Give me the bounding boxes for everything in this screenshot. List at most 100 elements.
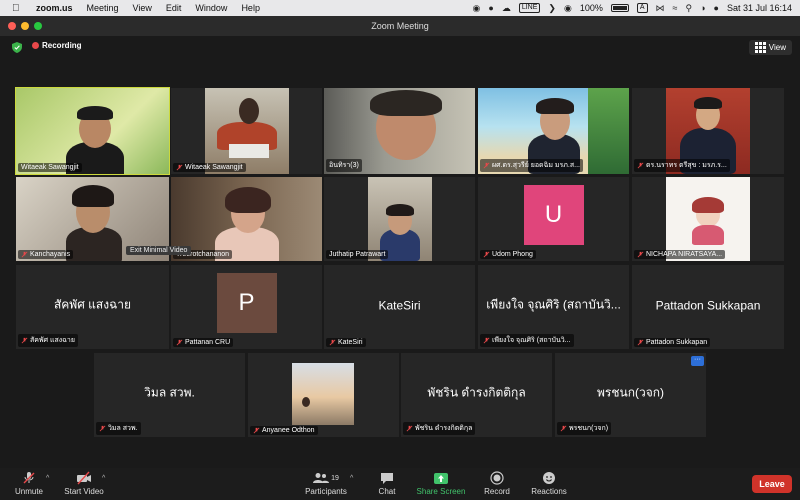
participant-name-tag: Anyanee Odthon (250, 426, 318, 435)
muted-mic-icon (483, 251, 490, 258)
video-tile[interactable]: Witaeak Sawangjit (171, 88, 322, 174)
participant-name-tag: Pattanan CRU (173, 338, 234, 347)
participant-name: NICHAPA NIRATSAYA... (646, 251, 723, 258)
video-tile[interactable]: P Pattanan CRU (171, 265, 322, 349)
participant-name: วิมล สวพ. (108, 425, 138, 432)
muted-mic-icon (253, 427, 260, 434)
exit-minimal-video-tooltip[interactable]: Exit Minimal Video (126, 246, 192, 255)
video-options-caret-icon[interactable]: ^ (102, 475, 105, 482)
siri-icon[interactable]: ● (714, 3, 719, 13)
zoom-tray-icon[interactable]: ● (488, 3, 493, 13)
recording-indicator[interactable]: Recording (32, 41, 82, 50)
video-tile[interactable]: ผศ.ดร.สุวรีย์ ยอดฉิม มรภ.ส... (478, 88, 629, 174)
participant-avatar: U (523, 185, 584, 245)
input-source-icon[interactable]: A (636, 3, 648, 13)
cloud-tray-icon[interactable]: ☁ (502, 3, 511, 14)
video-tile[interactable]: U Udom Phong (478, 177, 629, 261)
search-icon[interactable]: ⚲ (685, 3, 692, 14)
participant-display-name: วิมล สวพ. (144, 385, 195, 400)
participant-name-tag: วิมล สวพ. (96, 422, 141, 435)
video-tile[interactable]: Witaeak Sawangjit (15, 87, 170, 175)
share-screen-icon (434, 472, 448, 484)
gamepad-tray-icon[interactable]: ◉ (564, 3, 572, 14)
video-off-icon (77, 471, 91, 485)
record-icon (490, 471, 504, 485)
menu-meeting[interactable]: Meeting (87, 3, 119, 13)
video-tile[interactable]: Juthatip Patrawart (324, 177, 475, 261)
participant-name: Witaeak Sawangjit (185, 164, 243, 171)
video-tile[interactable]: Treerotchananon (171, 177, 322, 261)
line-tray-icon[interactable]: LINE (518, 3, 541, 13)
participant-name: เพียงใจ จุณศิริ (สถาบันวิ... (492, 337, 571, 344)
record-button[interactable]: Record (480, 470, 514, 496)
participants-button[interactable]: 19 Participants (302, 470, 350, 496)
participant-name-tag: NICHAPA NIRATSAYA... (634, 250, 726, 259)
video-tile[interactable]: NICHAPA NIRATSAYA... (632, 177, 784, 261)
participants-caret-icon[interactable]: ^ (350, 475, 353, 482)
menu-help[interactable]: Help (241, 3, 260, 13)
participant-name-tag: Witaeak Sawangjit (173, 163, 246, 172)
muted-mic-icon (637, 339, 644, 346)
video-tile[interactable]: เพียงใจ จุณศิริ (สถาบันวิ... เพียงใจ จุณ… (478, 265, 629, 349)
chat-label: Chat (378, 487, 396, 496)
encryption-shield-icon[interactable] (12, 42, 22, 53)
muted-mic-icon (329, 339, 336, 346)
reactions-button[interactable]: Reactions (528, 470, 570, 496)
meeting-controls-toolbar: Unmute ^ Start Video ^ 19 Participants ^… (0, 468, 800, 500)
apple-menu-icon[interactable]:  (12, 3, 22, 14)
window-zoom-button[interactable] (34, 22, 42, 30)
muted-mic-icon (483, 337, 490, 344)
start-video-button[interactable]: Start Video (62, 470, 106, 496)
menu-app-zoom[interactable]: zoom.us (36, 3, 73, 13)
more-options-button[interactable]: ··· (691, 356, 704, 366)
reactions-label: Reactions (531, 487, 567, 496)
share-screen-button[interactable]: Share Screen (414, 470, 468, 496)
video-tile[interactable]: Anyanee Odthon (248, 353, 399, 437)
participant-display-name: KateSiri (378, 298, 421, 313)
video-tile[interactable]: วิมล สวพ. วิมล สวพ. (94, 353, 245, 437)
audio-options-caret-icon[interactable]: ^ (46, 475, 49, 482)
video-tile[interactable]: พัชริน ดำรงกิตติกุล พัชริน ดำรงกิตติกุล (401, 353, 552, 437)
reactions-icon (543, 472, 555, 484)
unmute-button[interactable]: Unmute (12, 470, 46, 496)
battery-icon[interactable] (610, 4, 629, 12)
menubar-clock[interactable]: Sat 31 Jul 16:14 (727, 3, 792, 13)
video-tile[interactable]: KateSiri KateSiri (324, 265, 475, 349)
menu-view[interactable]: View (133, 3, 152, 13)
participant-name-tag: สัคพัศ แสงฉาย (18, 334, 78, 347)
menu-window[interactable]: Window (195, 3, 227, 13)
participant-name-tag: Witaeak Sawangjit (18, 163, 82, 172)
muted-mic-icon (483, 162, 490, 169)
participant-name: Udom Phong (492, 251, 533, 258)
muted-mic-icon (21, 337, 28, 344)
participant-name: อินทิรา(3) (329, 162, 359, 169)
video-tile[interactable]: อินทิรา(3) (324, 88, 475, 174)
view-button[interactable]: View (748, 40, 792, 55)
participant-name: พรชนก(วจก) (569, 425, 609, 432)
arrow-tray-icon[interactable]: ❯ (548, 3, 556, 14)
video-tile[interactable]: ดร.นราทร ตรีสุข : มรภ.ร... (632, 88, 784, 174)
participant-name: Pattadon Sukkapan (646, 339, 708, 346)
chat-button[interactable]: Chat (372, 470, 402, 496)
meeting-top-bar: Recording View (0, 36, 800, 60)
participant-name: Anyanee Odthon (262, 427, 315, 434)
video-tile[interactable]: พรชนก(วจก) พรชนก(วจก) (555, 353, 706, 437)
menu-edit[interactable]: Edit (166, 3, 182, 13)
video-tile[interactable]: Pattadon Sukkapan Pattadon Sukkapan (632, 265, 784, 349)
control-center-icon[interactable]: ◑ (700, 3, 705, 13)
record-tray-icon[interactable]: ◉ (473, 3, 481, 14)
window-close-button[interactable] (8, 22, 16, 30)
window-minimize-button[interactable] (21, 22, 29, 30)
participant-name-tag: KateSiri (326, 338, 366, 347)
bluetooth-icon[interactable]: ⋈ (656, 3, 665, 14)
participant-name-tag: Udom Phong (480, 250, 536, 259)
leave-button[interactable]: Leave (752, 475, 792, 493)
video-tile[interactable]: สัคพัศ แสงฉาย สัคพัศ แสงฉาย (16, 265, 169, 349)
wifi-icon[interactable]: ≈ (673, 3, 678, 13)
chat-icon (381, 472, 393, 484)
share-screen-label: Share Screen (416, 487, 466, 496)
battery-percent: 100% (579, 3, 603, 13)
muted-mic-icon (23, 472, 35, 484)
participant-avatar (292, 363, 354, 425)
muted-mic-icon (99, 425, 106, 432)
